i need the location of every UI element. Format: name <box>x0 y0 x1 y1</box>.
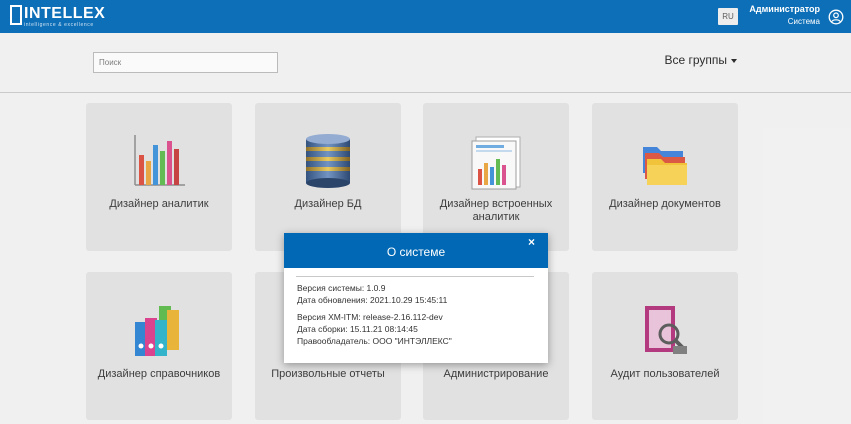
divider <box>296 276 534 277</box>
dialog-header: О системе × <box>284 233 548 268</box>
dialog-title: О системе <box>386 245 446 259</box>
update-date: Дата обновления: 2021.10.29 15:45:11 <box>297 295 448 305</box>
xm-itm-version: Версия XM-ITM: release-2.16.112-dev <box>297 312 443 322</box>
system-version: Версия системы: 1.0.9 <box>297 283 386 293</box>
build-date: Дата сборки: 15.11.21 08:14:45 <box>297 324 418 334</box>
copyright-owner: Правообладатель: ООО "ИНТЭЛЛЕКС" <box>297 336 452 346</box>
about-dialog: О системе × Версия системы: 1.0.9 Дата о… <box>284 233 548 363</box>
close-icon[interactable]: × <box>528 235 535 249</box>
